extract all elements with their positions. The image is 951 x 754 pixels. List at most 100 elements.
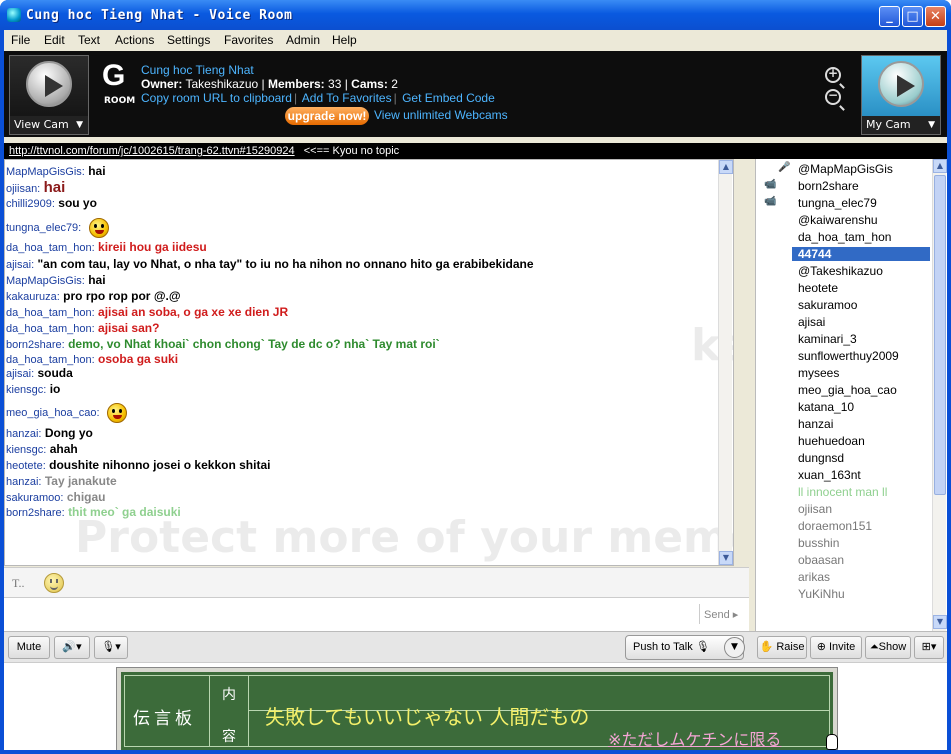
my-cam-panel[interactable]: My Cam ▼ <box>861 55 941 135</box>
user-list-item[interactable]: sunflowerthuy2009 <box>798 349 899 363</box>
user-list-item[interactable]: @Takeshikazuo <box>798 264 883 278</box>
chat-message: ajisai: souda <box>6 366 73 380</box>
user-list-item[interactable]: busshin <box>798 536 839 550</box>
microphone-icon[interactable]: 🎙▾ <box>94 636 128 659</box>
close-button[interactable]: ✕ <box>925 6 946 27</box>
emoticon-icon[interactable] <box>44 573 64 593</box>
chat-nickname[interactable]: da_hoa_tam_hon: <box>6 307 95 319</box>
chat-nickname[interactable]: kiensgc: <box>6 444 46 456</box>
user-list-item[interactable]: obaasan <box>798 553 844 567</box>
zoom-in-icon[interactable]: + <box>825 66 841 83</box>
upgrade-button[interactable]: upgrade now! <box>285 107 369 125</box>
menu-favorites[interactable]: Favorites <box>224 33 273 47</box>
chat-nickname[interactable]: meo_gia_hoa_cao: <box>6 407 100 419</box>
chat-nickname[interactable]: MapMapGisGis: <box>6 166 85 178</box>
zoom-out-icon[interactable]: − <box>825 88 841 105</box>
board-note[interactable]: ※ただしムケチンに限る <box>608 726 781 750</box>
chat-message: tungna_elec79: <box>6 218 109 238</box>
chat-nickname[interactable]: da_hoa_tam_hon: <box>6 242 95 254</box>
maximize-button[interactable]: □ <box>902 6 923 27</box>
title-bar[interactable]: Cung hoc Tieng Nhat - Voice Room _ □ ✕ <box>0 0 951 30</box>
scroll-up-icon[interactable]: ▲ <box>719 160 733 174</box>
menu-settings[interactable]: Settings <box>167 33 210 47</box>
view-cam-panel[interactable]: View Cam ▼ <box>9 55 89 135</box>
user-list-item[interactable]: heotete <box>798 281 838 295</box>
mute-button[interactable]: Mute <box>8 636 50 659</box>
speaker-icon[interactable]: 🔊▾ <box>54 636 90 659</box>
user-list-item[interactable]: dungnsd <box>798 451 844 465</box>
my-cam-dropdown[interactable]: My Cam ▼ <box>862 116 940 134</box>
user-list-item[interactable]: YuKiNhu <box>798 587 845 601</box>
user-list-item[interactable]: huehuedoan <box>798 434 865 448</box>
chat-nickname[interactable]: sakuramoo: <box>6 492 63 504</box>
user-list-item[interactable]: arikas <box>798 570 830 584</box>
send-button[interactable]: Send ▸ <box>704 608 738 621</box>
chat-nickname[interactable]: ajisai: <box>6 368 34 380</box>
minimize-button[interactable]: _ <box>879 6 900 27</box>
user-list-item[interactable]: sakuramoo <box>798 298 857 312</box>
chat-nickname[interactable]: da_hoa_tam_hon: <box>6 323 95 335</box>
user-list-item[interactable]: @MapMapGisGis <box>798 162 893 176</box>
font-button[interactable]: T.. <box>12 576 24 591</box>
raise-hand-button[interactable]: ✋ Raise <box>757 636 807 659</box>
user-list-item[interactable]: kaminari_3 <box>798 332 857 346</box>
menu-admin[interactable]: Admin <box>286 33 320 47</box>
chat-log[interactable]: Protect more of your memories for less! … <box>4 159 734 566</box>
user-list-item[interactable]: katana_10 <box>798 400 854 414</box>
menu-actions[interactable]: Actions <box>115 33 154 47</box>
presenter-icon[interactable]: ⊞▾ <box>914 636 944 659</box>
user-list-item[interactable]: da_hoa_tam_hon <box>798 230 891 244</box>
unlimited-webcams-link[interactable]: View unlimited Webcams <box>374 108 508 122</box>
topic-link[interactable]: http://ttvnol.com/forum/jc/1002615/trang… <box>9 145 295 157</box>
scroll-down-icon[interactable]: ▼ <box>933 615 947 629</box>
user-list-scrollbar[interactable]: ▲ ▼ <box>932 159 947 631</box>
menu-file[interactable]: File <box>11 33 30 47</box>
menu-text[interactable]: Text <box>78 33 100 47</box>
user-list-item[interactable]: xuan_163nt <box>798 468 861 482</box>
user-list-item[interactable]: mysees <box>798 366 839 380</box>
menu-edit[interactable]: Edit <box>44 33 65 47</box>
ptt-options-icon[interactable]: ▼ <box>724 637 745 658</box>
scroll-up-icon[interactable]: ▲ <box>933 159 947 173</box>
user-list-item[interactable]: hanzai <box>798 417 833 431</box>
chat-nickname[interactable]: tungna_elec79: <box>6 222 81 234</box>
chat-nickname[interactable]: ajisai: <box>6 259 34 271</box>
chat-nickname[interactable]: chilli2909: <box>6 198 55 210</box>
scroll-down-icon[interactable]: ▼ <box>719 551 733 565</box>
user-list-item[interactable]: ajisai <box>798 315 825 329</box>
user-list-item[interactable]: ll innocent man ll <box>798 485 887 499</box>
view-cam-dropdown[interactable]: View Cam ▼ <box>10 116 88 134</box>
chat-nickname[interactable]: hanzai: <box>6 476 41 488</box>
add-favorites-link[interactable]: Add To Favorites <box>302 91 392 105</box>
user-list-item[interactable]: @kaiwarenshu <box>798 213 878 227</box>
user-list-item[interactable]: ojiisan <box>798 502 832 516</box>
owner-label: Owner: <box>141 77 183 91</box>
chat-nickname[interactable]: da_hoa_tam_hon: <box>6 354 95 366</box>
user-list[interactable]: ▲ ▼ 🎤 @MapMapGisGis 📹 born2share 📹 tungna_ele… <box>755 159 947 631</box>
chat-nickname[interactable]: MapMapGisGis: <box>6 275 85 287</box>
chat-nickname[interactable]: born2share: <box>6 339 65 351</box>
bulletin-board-ad[interactable]: 伝言板 内 容 失敗してもいいじゃない 人間だもの ※ただしムケチンに限る <box>117 668 838 754</box>
message-input[interactable]: Send ▸ <box>4 597 749 631</box>
chat-nickname[interactable]: ojiisan: <box>6 183 40 195</box>
menu-help[interactable]: Help <box>332 33 357 47</box>
chat-nickname[interactable]: kakauruza: <box>6 291 60 303</box>
chat-nickname[interactable]: heotete: <box>6 460 46 472</box>
chat-nickname[interactable]: born2share: <box>6 507 65 519</box>
show-button[interactable]: ⏶Show <box>865 636 911 659</box>
scroll-thumb[interactable] <box>934 175 946 495</box>
play-icon[interactable] <box>878 61 924 107</box>
chat-nickname[interactable]: kiensgc: <box>6 384 46 396</box>
user-list-item[interactable]: 44744 <box>792 247 930 261</box>
user-list-item[interactable]: born2share <box>798 179 859 193</box>
user-list-item[interactable]: doraemon151 <box>798 519 872 533</box>
user-list-item[interactable]: tungna_elec79 <box>798 196 877 210</box>
invite-button[interactable]: ⊕ Invite <box>810 636 862 659</box>
play-icon[interactable] <box>26 61 72 107</box>
embed-code-link[interactable]: Get Embed Code <box>402 91 495 105</box>
copy-url-link[interactable]: Copy room URL to clipboard <box>141 91 292 105</box>
chat-nickname[interactable]: hanzai: <box>6 428 41 440</box>
user-list-item[interactable]: meo_gia_hoa_cao <box>798 383 897 397</box>
chat-text: doushite nihonno josei o kekkon shitai <box>49 458 271 472</box>
chat-scrollbar[interactable]: ▲ ▼ <box>718 160 733 565</box>
